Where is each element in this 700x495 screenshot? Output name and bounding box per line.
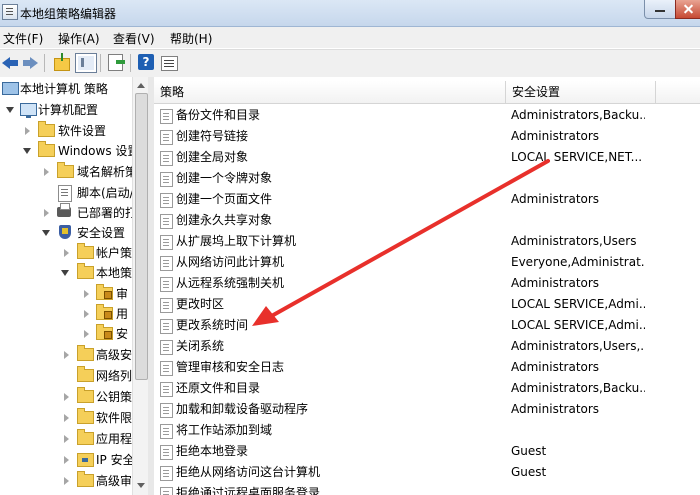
annotation-arrow-shaft	[266, 159, 550, 320]
annotation-arrow	[252, 159, 550, 326]
